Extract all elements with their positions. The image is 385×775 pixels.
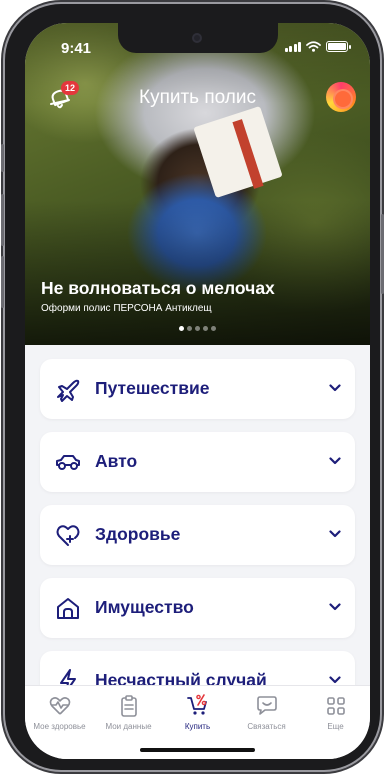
chat-icon — [256, 696, 277, 715]
category-health[interactable]: Здоровье — [40, 505, 355, 565]
tab-buy[interactable]: Купить — [163, 694, 232, 731]
screen: Не волноваться о мелочах Оформи полис ПЕ… — [25, 23, 370, 759]
airplane-icon — [57, 379, 80, 402]
volume-down-button — [1, 256, 4, 308]
carousel-dot[interactable] — [211, 326, 216, 331]
chevron-down-icon — [329, 603, 341, 611]
notch — [118, 23, 278, 53]
camera — [192, 33, 202, 43]
promo-banner[interactable]: Не волноваться о мелочах Оформи полис ПЕ… — [25, 23, 370, 345]
category-label: Путешествие — [95, 378, 210, 398]
carousel-dot[interactable] — [195, 326, 200, 331]
category-label: Авто — [95, 451, 138, 471]
tab-contact[interactable]: Связаться — [232, 694, 301, 731]
phone-frame: Не волноваться о мелочах Оформи полис ПЕ… — [1, 4, 384, 770]
status-time: 9:41 — [61, 40, 92, 57]
cart-percent-icon — [186, 694, 207, 715]
tab-label: Мои данные — [105, 722, 152, 731]
page-title: Купить полис — [139, 87, 256, 108]
carousel-dot[interactable] — [179, 326, 184, 331]
category-label: Здоровье — [95, 524, 181, 544]
clipboard-icon — [120, 695, 137, 717]
tab-label: Связаться — [247, 722, 286, 731]
wifi-icon — [306, 41, 321, 52]
car-icon — [56, 455, 80, 470]
category-travel[interactable]: Путешествие — [40, 359, 355, 419]
volume-up-button — [1, 194, 4, 246]
tab-my-health[interactable]: Мое здоровье — [25, 694, 94, 731]
carousel-dots[interactable] — [179, 326, 216, 331]
promo-title: Не волноваться о мелочах — [41, 278, 275, 298]
promo-subtitle: Оформи полис ПЕРСОНА Антиклещ — [41, 303, 212, 314]
top-bar: 12 Купить полис — [25, 75, 370, 115]
category-auto[interactable]: Авто — [40, 432, 355, 492]
tab-more[interactable]: Еще — [301, 694, 370, 731]
chevron-down-icon — [329, 530, 341, 538]
heart-pulse-icon — [49, 697, 70, 715]
house-icon — [57, 598, 79, 619]
category-label: Имущество — [95, 597, 194, 617]
chevron-down-icon — [329, 676, 341, 684]
heart-plus-icon — [56, 525, 80, 546]
carousel-dot[interactable] — [203, 326, 208, 331]
tab-my-data[interactable]: Мои данные — [94, 694, 163, 731]
chevron-down-icon — [329, 384, 341, 392]
grid-icon — [326, 697, 345, 715]
power-button — [381, 214, 384, 294]
category-property[interactable]: Имущество — [40, 578, 355, 638]
carousel-dot[interactable] — [187, 326, 192, 331]
home-indicator[interactable] — [140, 748, 255, 752]
mute-switch — [1, 144, 4, 172]
tab-label: Еще — [327, 722, 344, 731]
battery-icon — [326, 41, 351, 52]
signal-icon — [284, 42, 301, 52]
status-bar: 9:41 — [25, 23, 370, 67]
tab-label: Мое здоровье — [33, 722, 86, 731]
system-icons — [284, 41, 351, 52]
avatar[interactable] — [326, 82, 356, 112]
chevron-down-icon — [329, 457, 341, 465]
tab-label: Купить — [184, 722, 211, 731]
